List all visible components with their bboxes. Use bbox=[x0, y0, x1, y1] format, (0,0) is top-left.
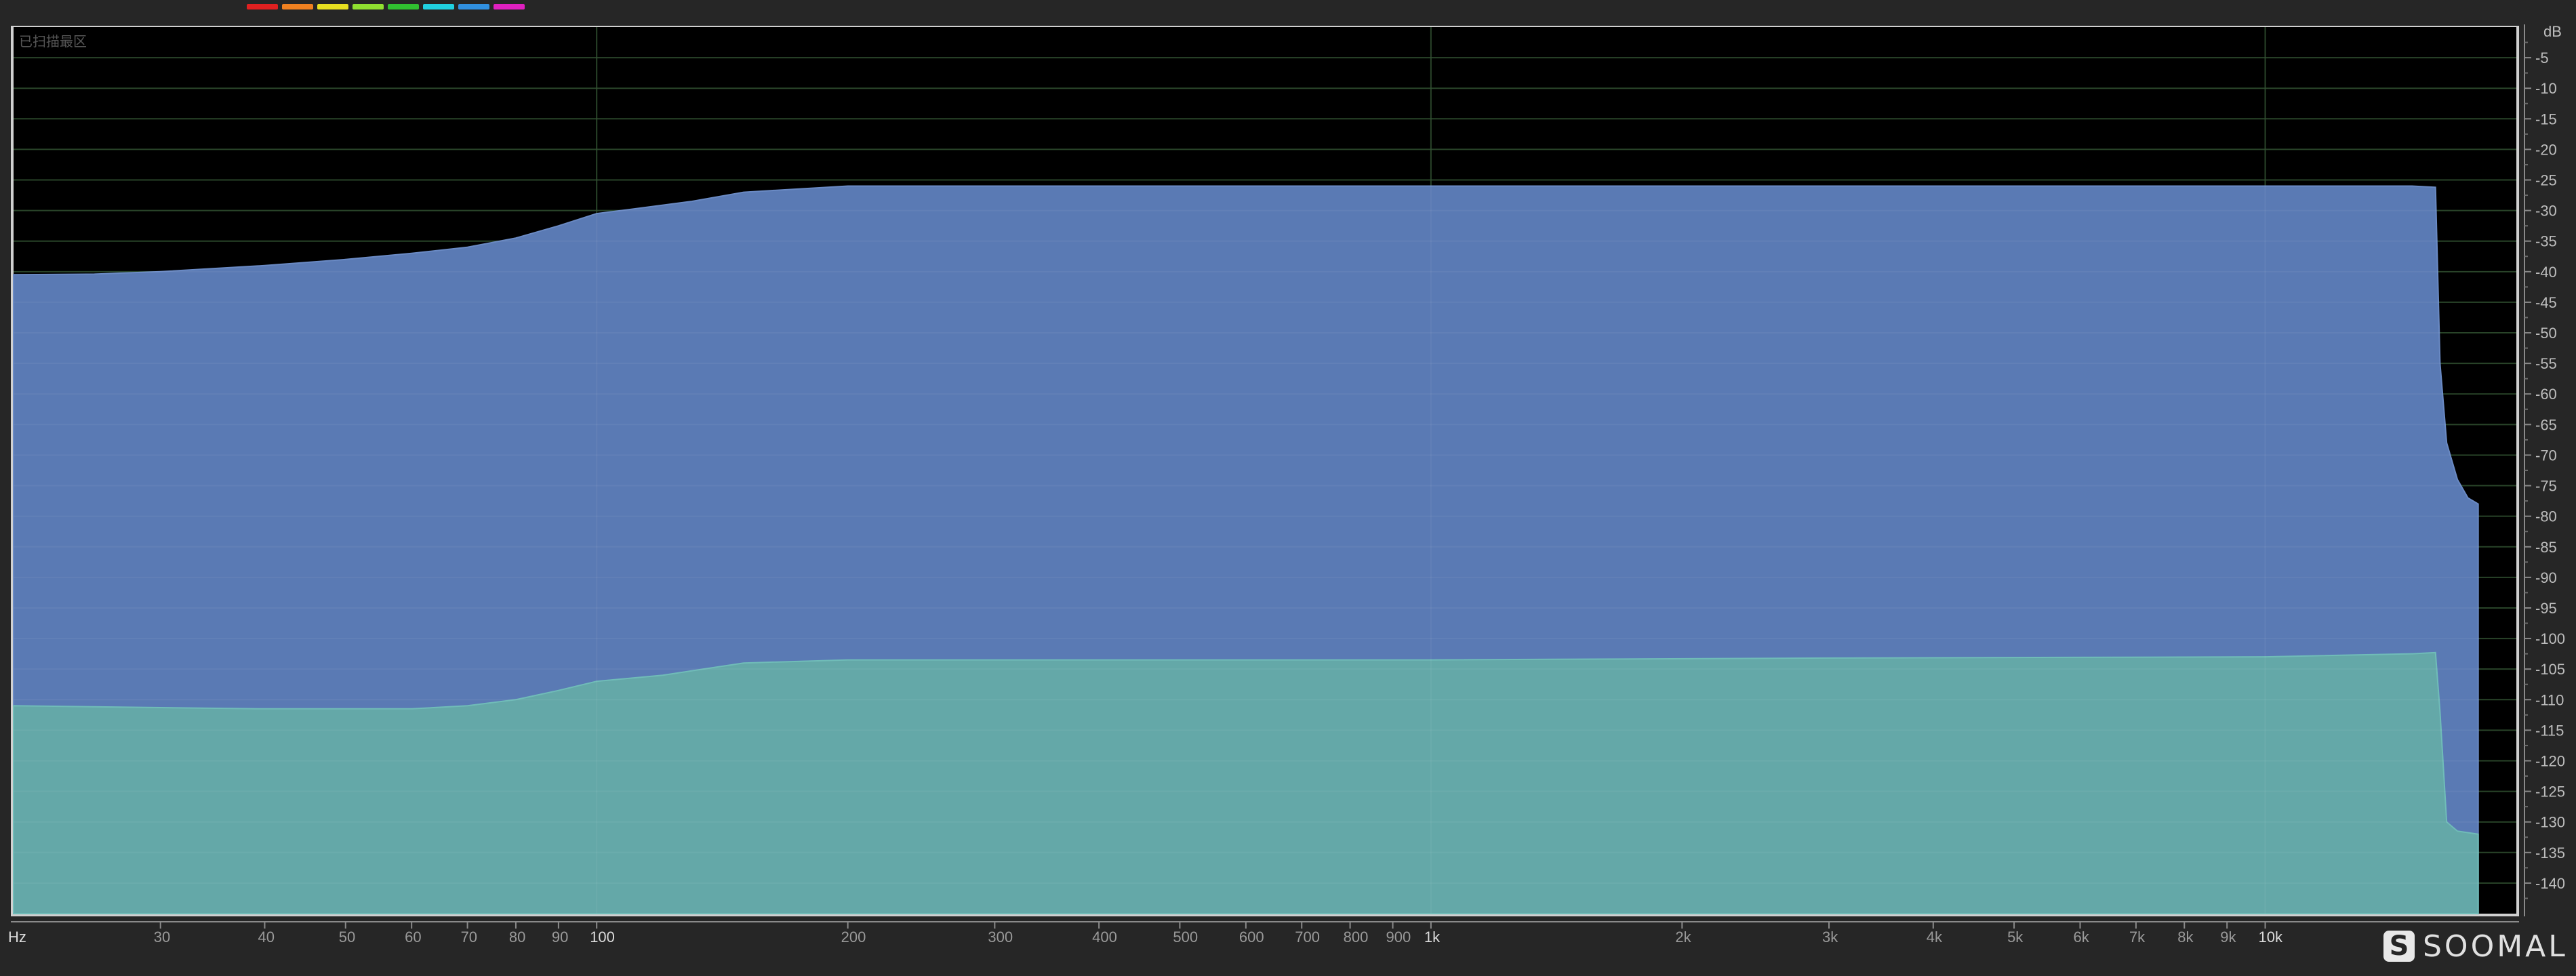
y-tick-label: -80 bbox=[2535, 508, 2557, 525]
x-tick-label: 60 bbox=[405, 929, 421, 946]
watermark-text: SOOMAL bbox=[2423, 929, 2568, 964]
y-axis-label: dB bbox=[2543, 23, 2562, 40]
x-tick-label: 90 bbox=[552, 929, 568, 946]
x-tick-label: 80 bbox=[509, 929, 525, 946]
x-tick-label: 10k bbox=[2259, 929, 2283, 946]
x-tick-label: 3k bbox=[1822, 929, 1838, 946]
y-tick-label: -90 bbox=[2535, 569, 2557, 586]
watermark: S SOOMAL bbox=[2383, 927, 2568, 965]
y-tick-label: -55 bbox=[2535, 355, 2557, 372]
y-tick-label: -40 bbox=[2535, 264, 2557, 281]
y-tick-label: -130 bbox=[2535, 814, 2565, 831]
y-tick-label: -45 bbox=[2535, 294, 2557, 311]
y-tick-label: -75 bbox=[2535, 478, 2557, 495]
y-tick-label: -135 bbox=[2535, 845, 2565, 861]
x-tick-label: 8k bbox=[2177, 929, 2194, 946]
x-tick-label: 700 bbox=[1295, 929, 1320, 946]
x-tick-label: 6k bbox=[2074, 929, 2090, 946]
x-axis-label: Hz bbox=[8, 929, 26, 946]
y-tick-label: -105 bbox=[2535, 661, 2565, 678]
x-tick-label: 70 bbox=[461, 929, 477, 946]
x-tick-label: 40 bbox=[258, 929, 274, 946]
x-tick-label: 300 bbox=[988, 929, 1013, 946]
y-tick-label: -5 bbox=[2535, 49, 2549, 66]
frequency-spectrum-chart: 已扫描最区 dB -5 -10 -15 -20 -25 -30 -35 -40 -45 -50 -55 -… bbox=[8, 23, 2565, 946]
y-tick-label: -35 bbox=[2535, 233, 2557, 250]
y-tick-label: -110 bbox=[2535, 691, 2564, 708]
y-tick-label: -15 bbox=[2535, 110, 2557, 127]
y-tick-label: -85 bbox=[2535, 539, 2557, 556]
y-tick-label: -140 bbox=[2535, 875, 2565, 892]
y-tick-label: -65 bbox=[2535, 416, 2557, 433]
y-tick-label: -70 bbox=[2535, 447, 2557, 464]
x-tick-label: 30 bbox=[154, 929, 170, 946]
x-tick-label: 2k bbox=[1675, 929, 1691, 946]
x-tick-label: 400 bbox=[1092, 929, 1117, 946]
y-tick-label: -20 bbox=[2535, 141, 2557, 158]
y-tick-label: -10 bbox=[2535, 80, 2557, 97]
x-tick-label: 500 bbox=[1173, 929, 1198, 946]
y-tick-label: -120 bbox=[2535, 752, 2565, 769]
y-tick-label: -115 bbox=[2535, 722, 2564, 739]
x-tick-label: 4k bbox=[1927, 929, 1943, 946]
y-tick-label: -100 bbox=[2535, 630, 2565, 647]
x-tick-label: 9k bbox=[2220, 929, 2236, 946]
x-tick-label: 7k bbox=[2129, 929, 2146, 946]
y-tick-label: -25 bbox=[2535, 172, 2557, 189]
x-tick-label: 5k bbox=[2007, 929, 2024, 946]
x-tick-label: 900 bbox=[1386, 929, 1411, 946]
y-tick-label: -95 bbox=[2535, 600, 2557, 617]
y-tick-label: -125 bbox=[2535, 784, 2565, 800]
x-tick-label: 200 bbox=[841, 929, 866, 946]
y-tick-label: -60 bbox=[2535, 386, 2557, 403]
plot-annotation: 已扫描最区 bbox=[19, 33, 87, 49]
x-tick-label: 100 bbox=[590, 929, 615, 946]
y-tick-label: -30 bbox=[2535, 203, 2557, 220]
plot-layer bbox=[11, 26, 2519, 916]
x-tick-label: 800 bbox=[1344, 929, 1369, 946]
x-tick-label: 600 bbox=[1239, 929, 1264, 946]
x-tick-label: 1k bbox=[1424, 929, 1441, 946]
y-tick-label: -50 bbox=[2535, 325, 2557, 342]
x-tick-label: 50 bbox=[339, 929, 355, 946]
soomal-logo-icon: S bbox=[2383, 931, 2415, 962]
